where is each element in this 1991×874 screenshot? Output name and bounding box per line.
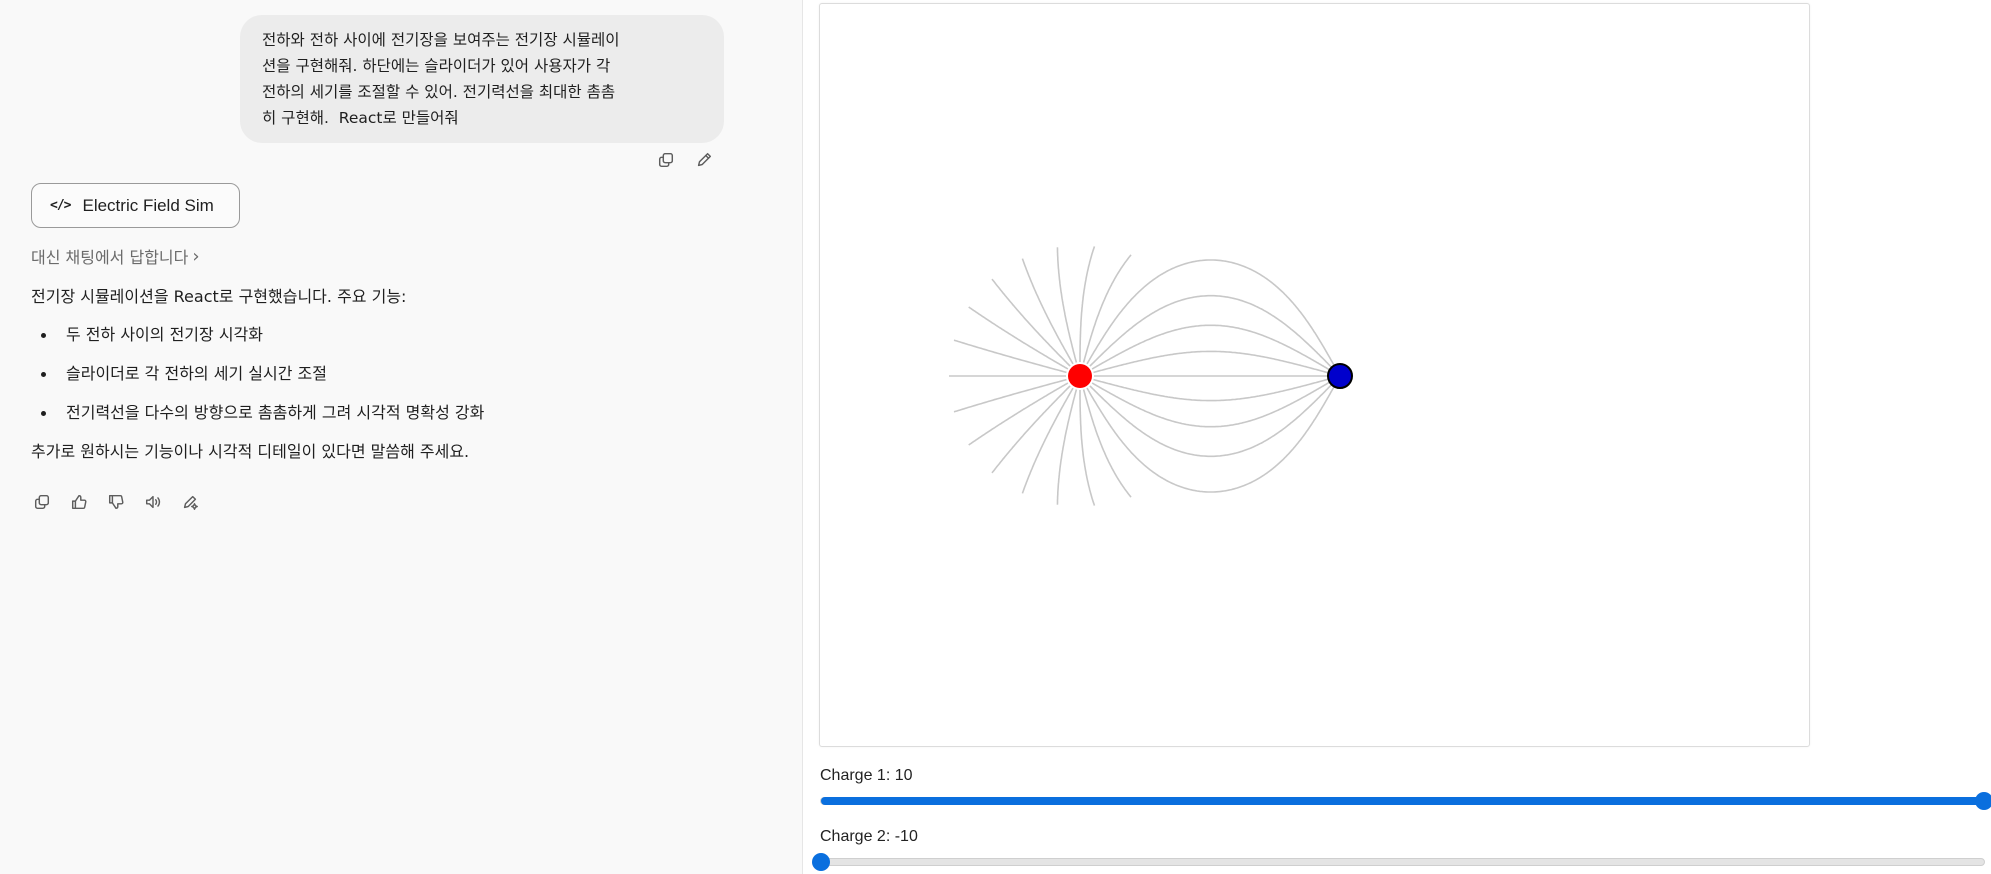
reply-in-chat-link[interactable]: 대신 채팅에서 답합니다 › xyxy=(31,244,200,268)
user-message-actions xyxy=(656,150,714,170)
field-line xyxy=(1086,386,1335,493)
field-canvas xyxy=(819,3,1810,747)
charge1-slider-fill xyxy=(821,797,1984,805)
chat-panel: 전하와 전하 사이에 전기장을 보여주는 전기장 시뮬레이 션을 구현해줘. 하… xyxy=(0,0,802,874)
assistant-message: 전기장 시뮬레이션을 React로 구현했습니다. 주요 기능: 두 전하 사이… xyxy=(31,284,771,465)
charge1-slider[interactable] xyxy=(820,792,1991,810)
user-message-bubble: 전하와 전하 사이에 전기장을 보여주는 전기장 시뮬레이 션을 구현해줘. 하… xyxy=(240,15,724,143)
list-item: 전기력선을 다수의 방향으로 촘촘하게 그려 시각적 명확성 강화 xyxy=(31,400,771,426)
assistant-outro: 추가로 원하시는 기능이나 시각적 디테일이 있다면 말씀해 주세요. xyxy=(31,442,470,461)
charge2-label: Charge 2: -10 xyxy=(820,828,918,845)
list-item: 두 전하 사이의 전기장 시각화 xyxy=(31,322,771,348)
field-line xyxy=(991,385,1071,474)
field-line xyxy=(1086,259,1335,366)
charge1-slider-thumb[interactable] xyxy=(1975,792,1991,810)
field-line xyxy=(1093,378,1330,402)
field-line xyxy=(1079,246,1096,362)
speaker-icon[interactable] xyxy=(143,492,163,512)
copy-icon[interactable] xyxy=(656,150,676,170)
charge2-slider[interactable] xyxy=(812,853,1985,871)
artifact-button-label: Electric Field Sim xyxy=(82,195,214,215)
positive-charge[interactable] xyxy=(1068,364,1092,388)
field-line xyxy=(1021,387,1074,494)
field-line xyxy=(1056,247,1078,363)
field-line xyxy=(1056,389,1078,505)
field-line xyxy=(1093,350,1330,374)
electric-field-svg xyxy=(949,246,1353,506)
edit-icon[interactable] xyxy=(694,150,714,170)
negative-charge[interactable] xyxy=(1327,363,1353,389)
artifact-open-button[interactable]: </> Electric Field Sim xyxy=(31,183,240,228)
code-icon: </> xyxy=(50,198,72,213)
assistant-message-actions xyxy=(32,492,200,512)
charge1-slider-block: Charge 1: 10 xyxy=(820,767,1991,810)
thumbs-up-icon[interactable] xyxy=(69,492,89,512)
reply-link-label: 대신 채팅에서 답합니다 xyxy=(31,248,189,267)
field-line xyxy=(991,278,1071,367)
list-item: 슬라이더로 각 전하의 세기 실시간 조절 xyxy=(31,361,771,387)
charge2-slider-thumb[interactable] xyxy=(812,853,830,871)
field-line xyxy=(1021,258,1074,365)
edit-sparkle-icon[interactable] xyxy=(180,492,200,512)
charge1-label: Charge 1: 10 xyxy=(820,767,913,784)
copy-icon[interactable] xyxy=(32,492,52,512)
artifact-preview-panel: Charge 1: 10 Charge 2: -10 xyxy=(803,0,1991,874)
thumbs-down-icon[interactable] xyxy=(106,492,126,512)
chevron-right-icon: › xyxy=(192,245,200,267)
assistant-intro: 전기장 시뮬레이션을 React로 구현했습니다. 주요 기능: xyxy=(31,287,407,306)
field-lines xyxy=(949,246,1335,506)
feature-list: 두 전하 사이의 전기장 시각화 슬라이더로 각 전하의 세기 실시간 조절 전… xyxy=(31,322,771,426)
charge2-slider-block: Charge 2: -10 xyxy=(812,828,1985,871)
field-line xyxy=(1079,390,1096,506)
